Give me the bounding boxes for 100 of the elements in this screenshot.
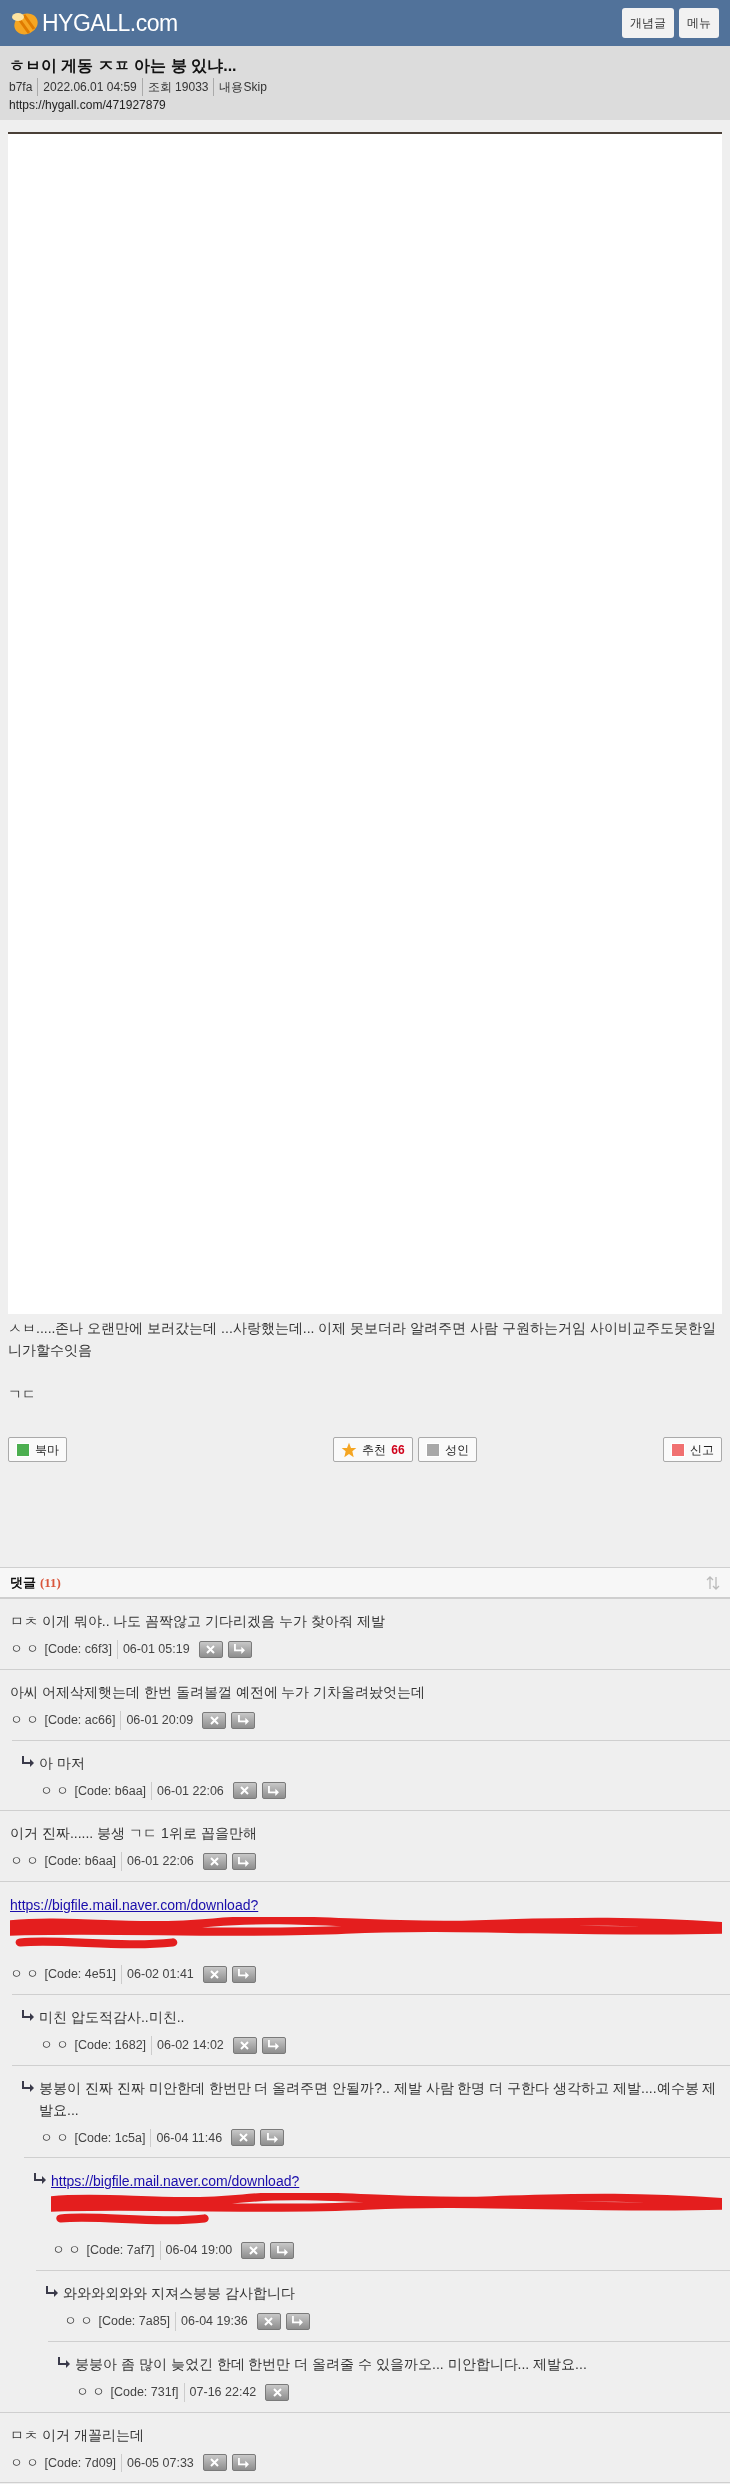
comment-date: 07-16 22:42 <box>189 2383 257 2401</box>
comment-author: ㅇ ㅇ <box>10 1853 40 1871</box>
comment-text: ㅁㅊ 이게 뭐야.. 나도 꼼짝않고 기다리겠음 누가 찾아줘 제발 <box>10 1612 386 1631</box>
comment-date: 06-04 11:46 <box>156 2129 223 2147</box>
comment-code: [Code: c6f3] <box>44 1640 118 1659</box>
delete-button[interactable] <box>232 2036 257 2054</box>
comment-author: ㅇ ㅇ <box>10 1711 40 1729</box>
post-meta: 2022.06.01 04:59 <box>43 78 143 96</box>
comment-text: 아 마저 <box>39 1753 86 1773</box>
comment-author: ㅇ ㅇ <box>40 1782 70 1800</box>
delete-button[interactable] <box>231 2129 256 2147</box>
comment-date: 06-02 01:41 <box>127 1966 194 1983</box>
delete-button[interactable] <box>202 2454 227 2472</box>
comment-author: ㅇ ㅇ <box>40 2129 70 2147</box>
reply-button[interactable] <box>270 2242 295 2260</box>
delete-button[interactable] <box>241 2242 266 2260</box>
reply-arrow-icon <box>268 2040 280 2051</box>
comment-code: [Code: 4e51] <box>44 1965 123 1984</box>
comment-text: 이거 진짜...... 붕생 ㄱㄷ 1위로 꼽을만해 <box>10 1824 258 1844</box>
comment-date: 06-02 14:02 <box>157 2036 224 2054</box>
comment-text: 미친 압도적감사..미친.. <box>39 2007 186 2027</box>
reply-arrow-icon <box>22 1755 34 1767</box>
comment-code: [Code: 7a85] <box>98 2312 177 2331</box>
close-icon <box>264 2316 274 2326</box>
post-body-text: ㅅㅂ.....존나 오랜만에 보러갔는데 ...사랑했는데... 이제 못보더라 알려주면 사람 구원하는거임 사이비교주도못한일 니가할수잇음 <box>8 1319 717 1360</box>
comment-date: 06-05 07:33 <box>127 2454 194 2472</box>
delete-button[interactable] <box>202 1965 227 1983</box>
reply-button[interactable] <box>227 1640 252 1658</box>
close-icon <box>240 1786 250 1796</box>
comments-count: (11) <box>40 1573 61 1592</box>
logo-text[interactable]: HYGALL.com <box>42 5 178 41</box>
comment-author: ㅇ ㅇ <box>40 2036 70 2054</box>
reply-arrow-icon <box>268 1785 280 1796</box>
reply-arrow-icon <box>238 2457 250 2468</box>
reply-button[interactable] <box>231 1711 256 1729</box>
action-button[interactable]: 북마 <box>8 1437 67 1462</box>
reply-button[interactable] <box>261 1782 286 1800</box>
comment-date: 06-04 19:00 <box>165 2242 233 2260</box>
delete-button[interactable] <box>202 1711 227 1729</box>
reply-arrow-icon <box>22 2080 34 2092</box>
comment-link[interactable]: https://bigfile.mail.naver.com/download? <box>51 2173 300 2190</box>
reply-button[interactable] <box>231 1853 256 1871</box>
comment-date: 06-01 05:19 <box>122 1641 190 1658</box>
close-icon <box>240 2040 250 2050</box>
header-button[interactable]: 개념글 <box>622 8 674 38</box>
close-icon <box>210 1969 220 1979</box>
comments-label: 댓글 <box>10 1573 36 1592</box>
reply-button[interactable] <box>231 2454 256 2472</box>
comment-author: ㅇ ㅇ <box>64 2313 94 2330</box>
comment-code: [Code: 7d09] <box>44 2453 123 2473</box>
close-icon <box>238 2133 248 2143</box>
comment-text: 붕붕아 좀 많이 늦었긴 한데 한번만 더 올려줄 수 있을까오... 미안합니다... 제발요... <box>75 2354 588 2374</box>
post-meta: b7fa <box>9 78 39 96</box>
comment-date: 06-01 22:06 <box>157 1782 224 1800</box>
delete-button[interactable] <box>202 1853 227 1871</box>
comment-author: ㅇ ㅇ <box>10 1966 40 1983</box>
comment-code: [Code: 1682] <box>74 2035 153 2055</box>
reply-arrow-icon <box>22 2009 34 2021</box>
reply-arrow-icon <box>234 1644 246 1655</box>
comment-author: ㅇ ㅇ <box>10 2454 40 2472</box>
reply-button[interactable] <box>260 2129 285 2147</box>
close-icon <box>210 2458 220 2468</box>
comment-code: [Code: 7af7] <box>86 2241 161 2260</box>
star-icon <box>341 1441 358 1458</box>
reply-arrow-icon <box>46 2286 58 2297</box>
comment-author: ㅇ ㅇ <box>76 2383 106 2401</box>
post-title: ㅎㅂ이 게동 ㅈㅍ 아는 붕 있냐... <box>9 56 238 76</box>
comment-text: 아씨 어제삭제햇는데 한번 돌려볼껄 예전에 누가 기차올려놨엇는데 <box>10 1682 427 1702</box>
comment-date: 06-01 20:09 <box>126 1711 194 1729</box>
comment-code: [Code: ac66] <box>44 1710 122 1730</box>
comment-code: [Code: b6aa] <box>74 1781 153 1801</box>
comment-text: 와와와외와와 지져스붕붕 감사합니다 <box>63 2284 296 2303</box>
delete-button[interactable] <box>265 2383 290 2401</box>
close-icon <box>210 1857 220 1867</box>
post-meta: 조회 19033 <box>147 78 215 96</box>
delete-button[interactable] <box>198 1640 223 1658</box>
delete-button[interactable] <box>232 1782 257 1800</box>
close-icon <box>209 1715 219 1725</box>
reply-arrow-icon <box>238 1969 250 1980</box>
comment-code: [Code: 1c5a] <box>74 2128 152 2148</box>
comment-link[interactable]: https://bigfile.mail.naver.com/download? <box>10 1897 259 1913</box>
reply-button[interactable] <box>285 2312 310 2330</box>
comment-date: 06-04 19:36 <box>181 2313 248 2330</box>
reply-arrow-icon <box>34 2173 46 2185</box>
action-button[interactable]: 성인 <box>417 1437 477 1462</box>
close-icon <box>272 2387 282 2397</box>
post-meta[interactable]: 내용Skip <box>219 78 267 96</box>
reply-button[interactable] <box>231 1965 256 1983</box>
close-icon <box>248 2246 258 2256</box>
comment-code: [Code: b6aa] <box>44 1852 123 1871</box>
header-button[interactable]: 메뉴 <box>679 8 719 38</box>
post-url: https://hygall.com/471927879 <box>9 97 167 114</box>
comment-author: ㅇ ㅇ <box>10 1641 40 1658</box>
reply-button[interactable] <box>261 2036 286 2054</box>
recommend-button[interactable]: 추천 66 <box>333 1437 413 1462</box>
action-button[interactable]: 신고 <box>663 1437 722 1462</box>
comment-date: 06-01 22:06 <box>127 1853 194 1871</box>
delete-button[interactable] <box>256 2312 281 2330</box>
close-icon <box>206 1644 216 1654</box>
comment-author: ㅇ ㅇ <box>52 2242 82 2260</box>
